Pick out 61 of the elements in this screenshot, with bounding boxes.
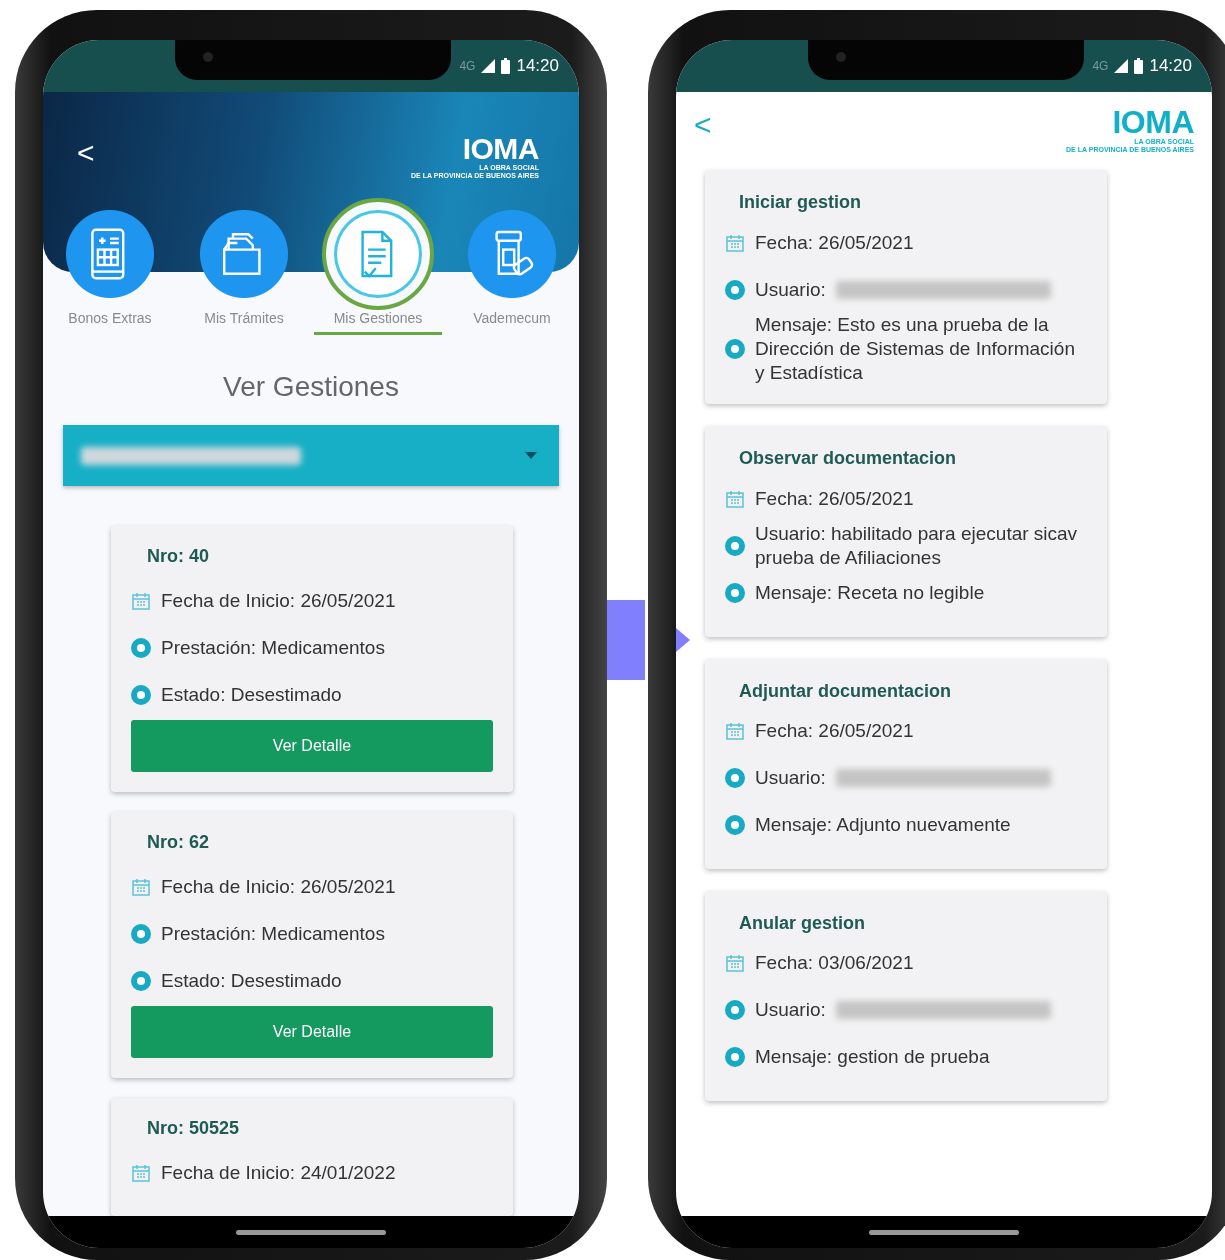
- bullet-icon: [725, 768, 745, 789]
- clock-time: 14:20: [516, 56, 559, 76]
- detail-text: Mensaje: Adjunto nuevamente: [755, 813, 1011, 838]
- bullet-icon: [131, 970, 151, 991]
- bullet-icon: [725, 279, 745, 300]
- detail-text: Fecha de Inicio: 26/05/2021: [161, 875, 396, 898]
- signal-icon: [481, 59, 496, 73]
- bullet-icon: [131, 923, 151, 944]
- network-label: 4G: [459, 59, 476, 73]
- home-indicator[interactable]: [869, 1229, 1019, 1235]
- detail-text: Fecha: 26/05/2021: [755, 230, 914, 255]
- request-number: Nro: 62: [147, 832, 210, 853]
- detail-text: Fecha de Inicio: 24/01/2022: [161, 1161, 396, 1184]
- detail-text: Mensaje: Receta no legible: [755, 581, 985, 606]
- detail-text: Usuario:: [755, 766, 826, 791]
- bullet-icon: [725, 536, 745, 556]
- bullet-icon: [725, 1047, 745, 1068]
- detail-button[interactable]: Ver Detalle: [131, 1006, 493, 1058]
- signal-icon: [1114, 59, 1129, 73]
- bullet-icon: [131, 684, 151, 705]
- detail-text: Estado: Desestimado: [161, 969, 342, 992]
- home-indicator[interactable]: [236, 1229, 386, 1235]
- calendar-icon: [131, 590, 151, 611]
- calendar-icon: [725, 488, 745, 509]
- bullet-icon: [725, 583, 745, 604]
- event-title: Adjuntar documentacion: [739, 680, 952, 702]
- page-title: Ver Gestiones: [222, 371, 400, 403]
- calendar-icon: [725, 721, 745, 742]
- event-title: Anular gestion: [739, 912, 866, 934]
- caret-icon: [525, 452, 537, 459]
- detail-text: Usuario:: [755, 277, 826, 302]
- calendar-icon: [725, 232, 745, 253]
- event-title: Observar documentacion: [739, 448, 958, 470]
- bullet-icon: [725, 338, 745, 359]
- detail-button[interactable]: Ver Detalle: [131, 720, 493, 772]
- detail-text: Fecha: 26/05/2021: [755, 719, 914, 744]
- detail-text: Prestación: Medicamentos: [161, 922, 385, 945]
- calendar-icon: [725, 953, 745, 974]
- detail-text: Estado: Desestimado: [161, 683, 342, 706]
- detail-text: Mensaje: Esto es una prueba de la Dirección de Sistemas de Información y Estadística: [755, 313, 1076, 385]
- request-number: Nro: 50525: [147, 1118, 241, 1139]
- detail-text: Usuario:: [755, 998, 826, 1023]
- back-button[interactable]: <: [694, 108, 712, 142]
- request-number: Nro: 40: [147, 546, 210, 567]
- bullet-icon: [131, 637, 151, 658]
- battery-icon: [1134, 58, 1144, 74]
- detail-text: Mensaje: gestion de prueba: [755, 1045, 990, 1070]
- back-button[interactable]: <: [77, 136, 95, 170]
- detail-text: Fecha: 26/05/2021: [755, 486, 914, 511]
- detail-text: Fecha: 03/06/2021: [755, 951, 914, 976]
- clock-time: 14:20: [1149, 56, 1192, 76]
- detail-text: Fecha de Inicio: 26/05/2021: [161, 589, 396, 612]
- calendar-icon: [131, 876, 151, 897]
- bullet-icon: [725, 1000, 745, 1021]
- event-title: Iniciar gestion: [739, 192, 863, 213]
- battery-icon: [501, 58, 511, 74]
- network-label: 4G: [1092, 59, 1109, 73]
- detail-text: Prestación: Medicamentos: [161, 636, 385, 659]
- calendar-icon: [131, 1162, 151, 1183]
- detail-text: Usuario: habilitado para ejecutar sicav prueba de Afiliaciones: [755, 522, 1079, 570]
- bullet-icon: [725, 815, 745, 836]
